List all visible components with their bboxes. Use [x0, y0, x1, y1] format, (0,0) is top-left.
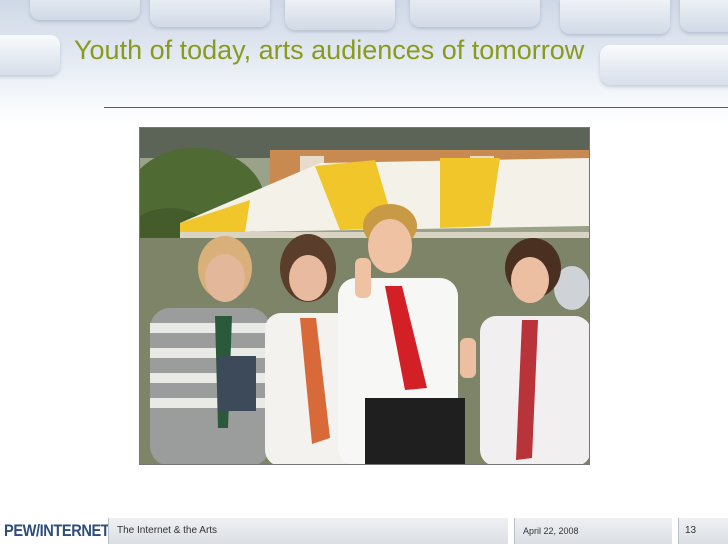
slide-title: Youth of today, arts audiences of tomorr… — [74, 35, 585, 65]
slide-photo — [139, 127, 590, 465]
footer-presentation-title: The Internet & the Arts — [108, 518, 508, 544]
logo-text: PEW/INTERNET — [4, 521, 110, 540]
footer-page-number: 13 — [678, 518, 728, 544]
footer-date: April 22, 2008 — [514, 518, 672, 544]
slide-footer: PEW/INTERNET The Internet & the Arts Apr… — [0, 514, 728, 546]
pew-internet-logo: PEW/INTERNET — [0, 514, 112, 546]
title-divider — [104, 107, 728, 108]
